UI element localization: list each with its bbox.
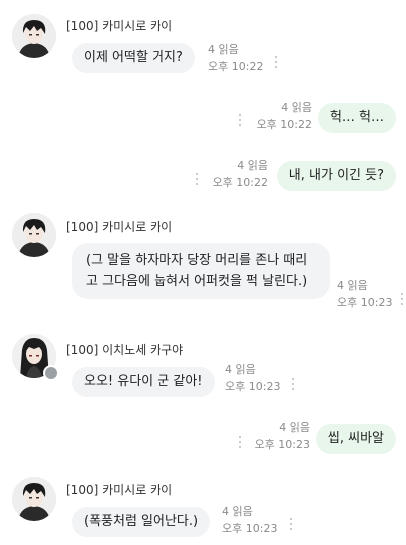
sender-name: [100] 카미시로 카이 [66,19,173,33]
message-bubble[interactable]: (그 말을 하자마자 당장 머리를 존나 때리고 그다음에 눕혀서 어퍼컷을 퍽… [72,243,330,299]
read-count: 4 읽음 [208,43,239,56]
message-bubble[interactable]: 헉… 헉… [317,103,396,133]
sender-name: [100] 카미시로 카이 [66,483,173,497]
status-badge-icon [43,365,59,381]
message-bubble[interactable]: 씹, 씨바알 [315,424,396,454]
more-options-icon[interactable] [289,517,293,531]
dark-haired-boy-avatar-icon [12,213,56,257]
read-count: 4 읽음 [222,505,253,518]
timestamp: 오후 10:22 [256,118,312,131]
read-count: 4 읽음 [337,279,368,292]
message-meta: 4 읽음 오후 10:23 [337,277,392,311]
sender-avatar[interactable] [12,14,56,58]
message-meta: 4 읽음 오후 10:22 [257,99,312,133]
message-bubble[interactable]: 내, 내가 이긴 듯? [276,161,396,191]
more-options-icon[interactable] [238,113,242,127]
message-meta: 4 읽음 오후 10:23 [222,503,277,537]
sender-avatar[interactable] [12,477,56,521]
timestamp: 오후 10:22 [212,176,268,189]
message-bubble[interactable]: 이제 어떡할 거지? [72,43,195,73]
sender-name: [100] 카미시로 카이 [66,220,173,234]
timestamp: 오후 10:23 [225,380,281,393]
read-count: 4 읽음 [237,159,268,172]
message-meta: 4 읽음 오후 10:23 [255,419,310,453]
more-options-icon[interactable] [274,55,278,69]
dark-haired-boy-avatar-icon [12,477,56,521]
sender-name: [100] 이치노세 카구야 [66,343,184,357]
message-meta: 4 읽음 오후 10:23 [225,361,280,395]
timestamp: 오후 10:23 [254,438,310,451]
timestamp: 오후 10:23 [222,522,278,535]
read-count: 4 읽음 [281,101,312,114]
more-options-icon[interactable] [291,377,295,391]
read-count: 4 읽음 [225,363,256,376]
read-count: 4 읽음 [279,421,310,434]
message-meta: 4 읽음 오후 10:22 [208,41,263,75]
dark-haired-boy-avatar-icon [12,14,56,58]
more-options-icon[interactable] [238,435,242,449]
message-bubble[interactable]: (폭풍처럼 일어난다.) [72,507,211,537]
sender-avatar[interactable] [12,213,56,257]
message-meta: 4 읽음 오후 10:22 [213,157,268,191]
timestamp: 오후 10:23 [337,296,393,309]
message-bubble[interactable]: 오오! 유다이 군 같아! [72,367,215,397]
timestamp: 오후 10:22 [208,60,264,73]
more-options-icon[interactable] [195,172,199,186]
more-options-icon[interactable] [400,292,404,306]
